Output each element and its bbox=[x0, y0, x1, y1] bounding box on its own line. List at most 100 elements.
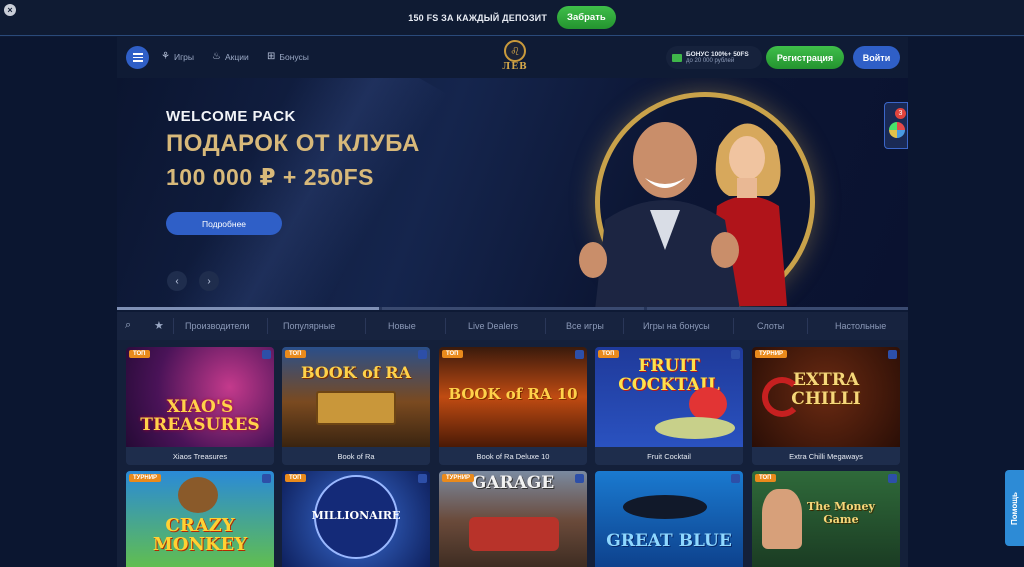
game-card[interactable]: XIAO'S TREASURES ТОП Xiaos Treasures bbox=[126, 347, 274, 465]
tag-badge: ТОП bbox=[285, 350, 306, 358]
hero-banner: WELCOME PACK ПОДАРОК ОТ КЛУБА 100 000 ₽ … bbox=[117, 78, 908, 308]
game-art: EXTRA CHILLI bbox=[752, 347, 900, 447]
nav-item-bonuses[interactable]: ⊞ Бонусы bbox=[267, 51, 309, 62]
login-button[interactable]: Войти bbox=[853, 46, 900, 69]
divider bbox=[267, 318, 268, 334]
search-icon[interactable]: ⌕ bbox=[125, 319, 131, 332]
game-art-text: BOOK of RA 10 bbox=[448, 385, 578, 403]
tag-badge: ТОП bbox=[285, 474, 306, 482]
game-art-text: XIAO'S TREASURES bbox=[140, 397, 260, 435]
menu-icon[interactable] bbox=[126, 46, 149, 69]
tab-live-dealers[interactable]: Live Dealers bbox=[468, 321, 518, 331]
tab-slots[interactable]: Слоты bbox=[757, 321, 784, 331]
tab-new[interactable]: Новые bbox=[388, 321, 416, 331]
favorite-icon[interactable] bbox=[888, 474, 897, 483]
divider bbox=[173, 318, 174, 334]
hero-subtitle: 100 000 ₽ + 250FS bbox=[166, 164, 375, 190]
game-card[interactable]: FRUIT COCKTAIL ТОП Fruit Cocktail bbox=[595, 347, 743, 465]
chevron-right-icon[interactable]: › bbox=[199, 271, 219, 291]
game-art: CRAZY MONKEY bbox=[126, 471, 274, 567]
game-art: BOOK of RA bbox=[282, 347, 430, 447]
tab-popular[interactable]: Популярные bbox=[283, 321, 335, 331]
favorite-icon[interactable] bbox=[575, 474, 584, 483]
game-card[interactable]: The Money Game ТОП bbox=[752, 471, 900, 567]
carousel-progress bbox=[117, 307, 908, 310]
star-icon[interactable]: ★ bbox=[154, 319, 164, 332]
favorite-icon[interactable] bbox=[418, 474, 427, 483]
tab-table-games[interactable]: Настольные bbox=[835, 321, 886, 331]
favorite-icon[interactable] bbox=[888, 350, 897, 359]
divider bbox=[623, 318, 624, 334]
favorite-icon[interactable] bbox=[418, 350, 427, 359]
logo-text: ЛЕВ bbox=[502, 62, 528, 72]
tag-badge: ТОП bbox=[755, 474, 776, 482]
claim-button[interactable]: Забрать bbox=[557, 6, 616, 29]
game-card[interactable]: GREAT BLUE bbox=[595, 471, 743, 567]
game-card[interactable]: BOOK of RA ТОП Book of Ra bbox=[282, 347, 430, 465]
close-icon[interactable]: × bbox=[4, 4, 16, 16]
carousel-progress-segment bbox=[647, 307, 908, 310]
bonus-sub-text: до 20 000 рублей bbox=[686, 58, 735, 64]
site-header: ⚘ Игры ♨ Акции ⊞ Бонусы ♌ ЛЕВ БОНУС 100%… bbox=[117, 37, 908, 78]
nav-item-label: Игры bbox=[173, 51, 195, 62]
more-button[interactable]: Подробнее bbox=[166, 212, 282, 235]
game-title: Extra Chilli Megaways bbox=[752, 447, 900, 465]
favorite-icon[interactable] bbox=[731, 350, 740, 359]
bonus-widget[interactable]: 3 bbox=[884, 102, 908, 149]
help-button[interactable]: Помощь bbox=[1005, 470, 1024, 546]
hero-man-image bbox=[579, 122, 740, 308]
hero-kicker: WELCOME PACK bbox=[166, 108, 296, 125]
favorite-icon[interactable] bbox=[262, 474, 271, 483]
divider bbox=[807, 318, 808, 334]
chevron-left-icon[interactable]: ‹ bbox=[167, 271, 187, 291]
tag-badge: ТУРНИР bbox=[442, 474, 475, 482]
carousel-progress-segment bbox=[382, 307, 644, 310]
game-art: FRUIT COCKTAIL bbox=[595, 347, 743, 447]
game-title: Book of Ra Deluxe 10 bbox=[439, 447, 587, 465]
tab-all-games[interactable]: Все игры bbox=[566, 321, 604, 331]
game-art-text: EXTRA CHILLI bbox=[791, 370, 861, 409]
favorite-icon[interactable] bbox=[262, 350, 271, 359]
favorite-icon[interactable] bbox=[575, 350, 584, 359]
game-title: Fruit Cocktail bbox=[595, 447, 743, 465]
bonus-pill[interactable]: БОНУС 100%+ 50FS до 20 000 рублей bbox=[666, 46, 762, 69]
game-card[interactable]: EXTRA CHILLI ТУРНИР Extra Chilli Megaways bbox=[752, 347, 900, 465]
game-card[interactable]: BOOK of RA 10 ТОП Book of Ra Deluxe 10 bbox=[439, 347, 587, 465]
game-card[interactable]: MILLIONAIRE ТОП bbox=[282, 471, 430, 567]
category-bar: ⌕ ★ Производители Популярные Новые Live … bbox=[117, 312, 908, 340]
promo-text: 150 FS ЗА КАЖДЫЙ ДЕПОЗИТ bbox=[408, 12, 548, 23]
wheel-icon bbox=[889, 122, 905, 138]
favorite-icon[interactable] bbox=[731, 474, 740, 483]
game-title: Book of Ra bbox=[282, 447, 430, 465]
divider bbox=[365, 318, 366, 334]
register-button[interactable]: Регистрация bbox=[766, 46, 844, 69]
game-art: GREAT BLUE bbox=[595, 471, 743, 567]
nav-item-promotions[interactable]: ♨ Акции bbox=[212, 51, 249, 62]
carousel-progress-active bbox=[117, 307, 379, 310]
game-art: The Money Game bbox=[752, 471, 900, 567]
game-card[interactable]: CRAZY MONKEY ТУРНИР bbox=[126, 471, 274, 567]
tag-badge: ТУРНИР bbox=[129, 474, 162, 482]
game-card[interactable]: GARAGE ТУРНИР bbox=[439, 471, 587, 567]
gift-icon: ⊞ bbox=[267, 51, 276, 62]
fire-icon: ♨ bbox=[212, 51, 221, 62]
tab-bonus-games[interactable]: Игры на бонусы bbox=[643, 321, 710, 331]
game-art-text: CRAZY MONKEY bbox=[152, 515, 248, 555]
nav-item-label: Акции bbox=[224, 51, 249, 62]
game-art-text: The Money Game bbox=[807, 500, 875, 526]
tag-badge: ТОП bbox=[442, 350, 463, 358]
tab-providers[interactable]: Производители bbox=[185, 321, 249, 331]
tag-badge: ТОП bbox=[598, 350, 619, 358]
notification-badge: 3 bbox=[895, 108, 906, 119]
game-art-text: FRUIT COCKTAIL bbox=[618, 356, 720, 395]
divider bbox=[445, 318, 446, 334]
divider bbox=[545, 318, 546, 334]
game-art: GARAGE bbox=[439, 471, 587, 567]
game-art-text: GREAT BLUE bbox=[606, 531, 732, 551]
bonus-main-text: БОНУС 100%+ 50FS bbox=[686, 51, 749, 58]
site-logo[interactable]: ♌ ЛЕВ bbox=[497, 40, 533, 76]
game-art-text: BOOK of RA bbox=[300, 363, 411, 382]
game-art-text: MILLIONAIRE bbox=[311, 509, 401, 522]
game-art: XIAO'S TREASURES bbox=[126, 347, 274, 447]
nav-item-games[interactable]: ⚘ Игры bbox=[161, 51, 194, 62]
